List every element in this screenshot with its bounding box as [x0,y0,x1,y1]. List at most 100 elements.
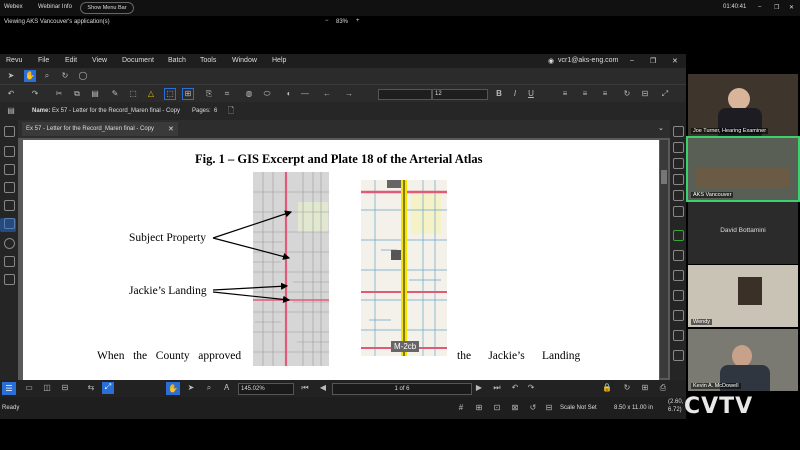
lasso-icon[interactable]: ◯ [78,71,88,81]
tab-close-icon[interactable]: ✕ [168,125,174,133]
close-icon[interactable]: ✕ [672,57,678,65]
align-center-icon[interactable]: ≡ [580,89,590,99]
pdf-page[interactable]: Fig. 1 – GIS Excerpt and Plate 18 of the… [23,140,659,380]
signatures-icon[interactable] [4,274,15,285]
menu-batch[interactable]: Batch [168,57,186,64]
list-view-icon[interactable]: ☰ [2,382,16,395]
warning-icon[interactable]: △ [146,89,156,99]
page-number-input[interactable]: 1 of 6 [332,383,472,395]
scale-status[interactable]: Scale Not Set [560,405,597,411]
video-tile-wendy[interactable]: Wendy [688,265,798,327]
video-tile-aks-vancouver[interactable]: AKS Vancouver [686,136,800,202]
webinar-info-button[interactable]: Webinar Info [38,4,72,10]
spaces-icon[interactable] [4,256,15,267]
two-page-icon[interactable]: ◫ [42,383,52,393]
menu-document[interactable]: Document [122,57,154,64]
bold-icon[interactable]: B [494,89,504,99]
next-page-icon[interactable]: ▶ [474,383,484,393]
close-icon[interactable]: ✕ [789,4,794,11]
format-painter-icon[interactable]: ✎ [110,89,120,99]
layers-icon[interactable] [4,200,15,211]
menu-revu[interactable]: Revu [6,57,22,64]
text-icon[interactable] [673,126,684,137]
scrollbar-thumb[interactable] [661,170,667,184]
pen-icon[interactable] [673,330,684,341]
minimize-icon[interactable]: – [630,57,634,64]
sync-icon[interactable]: ⇆ [86,383,96,393]
menu-view[interactable]: View [92,57,107,64]
video-tile-kevin-mcdowell[interactable]: Kevin A. McDowell [688,329,798,391]
grid-icon[interactable]: # [456,403,466,413]
restore-icon[interactable]: ❐ [774,4,779,11]
text-select-icon[interactable]: Ꭺ [222,383,232,393]
zoom-input[interactable]: 145.02% [238,383,294,395]
eraser-icon[interactable] [673,350,684,361]
lock-icon[interactable]: 🔒 [602,383,612,393]
snap-grid-icon[interactable]: ⊞ [474,403,484,413]
pan-icon[interactable]: ✋ [24,70,36,82]
fit-icon[interactable]: ⤢ [102,382,114,394]
sync-status-icon[interactable]: ⊟ [544,403,554,413]
last-page-icon[interactable]: ⏭ [492,383,502,393]
ruler-icon[interactable] [673,290,684,301]
toolchest-icon[interactable] [4,164,15,175]
rotate-view-icon[interactable]: ↻ [622,383,632,393]
fill-color-icon[interactable]: ◍ [244,89,254,99]
zoom-tool-icon[interactable]: ⌕ [204,383,214,393]
single-page-icon[interactable]: ▭ [24,383,34,393]
expand-icon[interactable]: ⤢ [660,89,670,99]
copy-icon[interactable]: ⧉ [72,89,82,99]
line-style-icon[interactable]: — [300,89,310,99]
zoom-icon[interactable]: ⌕ [42,71,52,81]
prev-page-icon[interactable]: ◀ [318,383,328,393]
vertical-scrollbar[interactable] [660,140,668,378]
split-icon[interactable]: ⊟ [60,383,70,393]
file-menu-icon[interactable]: ▤ [6,106,16,116]
line-start-icon[interactable]: ← [322,89,332,99]
print-icon[interactable]: ⎙ [658,383,668,393]
layout-icon[interactable]: ⊟ [640,89,650,99]
menu-help[interactable]: Help [272,57,286,64]
italic-icon[interactable]: I [510,89,520,99]
align-left-icon[interactable]: ≡ [560,89,570,99]
account-icon[interactable]: ◉ [548,57,554,65]
first-page-icon[interactable]: ⏮ [300,383,310,393]
cloud-icon[interactable] [673,310,684,321]
snap-content-icon[interactable]: ⊡ [492,403,502,413]
select-markups-icon[interactable]: ⬚ [164,88,176,100]
zoom-in-button[interactable]: + [356,18,360,24]
reuse-icon[interactable]: ↺ [528,403,538,413]
opacity-icon[interactable]: ◐ [284,89,294,99]
rotate-icon[interactable]: ↻ [60,71,70,81]
webex-app-label[interactable]: Webex [4,4,23,10]
redo-icon[interactable]: ↷ [30,89,40,99]
search-icon[interactable] [673,142,684,153]
restore-icon[interactable]: ❐ [650,57,656,65]
pan-tool-icon[interactable]: ✋ [166,382,180,395]
document-tab[interactable]: Ex 57 - Letter for the Record_Maren fina… [22,122,178,136]
cut-icon[interactable]: ✂ [54,89,64,99]
account-email[interactable]: vcr1@aks-eng.com [558,57,618,64]
align-right-icon[interactable]: ≡ [600,89,610,99]
studio-icon[interactable] [4,238,15,249]
link-icon[interactable] [673,230,684,241]
menu-window[interactable]: Window [232,57,257,64]
select-tool-icon[interactable]: ➤ [186,383,196,393]
properties-icon[interactable]: ⊞ [182,88,194,100]
highlight-icon[interactable] [673,206,684,217]
shapes-icon[interactable] [673,174,684,185]
menu-file[interactable]: File [38,57,49,64]
video-tile-hearing-examiner[interactable]: Joe Turner, Hearing Examiner [688,74,798,136]
snap-markup-icon[interactable]: ⊠ [510,403,520,413]
clip-icon[interactable]: ⎘ [204,89,214,99]
zoom-out-button[interactable]: − [325,18,329,24]
select-icon[interactable]: ➤ [6,71,16,81]
comment-icon[interactable] [673,158,684,169]
paste-icon[interactable]: ▤ [90,89,100,99]
bookmarks-icon[interactable] [4,146,15,157]
line-end-icon[interactable]: → [344,89,354,99]
attachment-icon[interactable] [673,270,684,281]
font-size-select[interactable]: 12 [432,89,488,100]
menu-edit[interactable]: Edit [65,57,77,64]
stamp-tool-icon[interactable] [673,250,684,261]
